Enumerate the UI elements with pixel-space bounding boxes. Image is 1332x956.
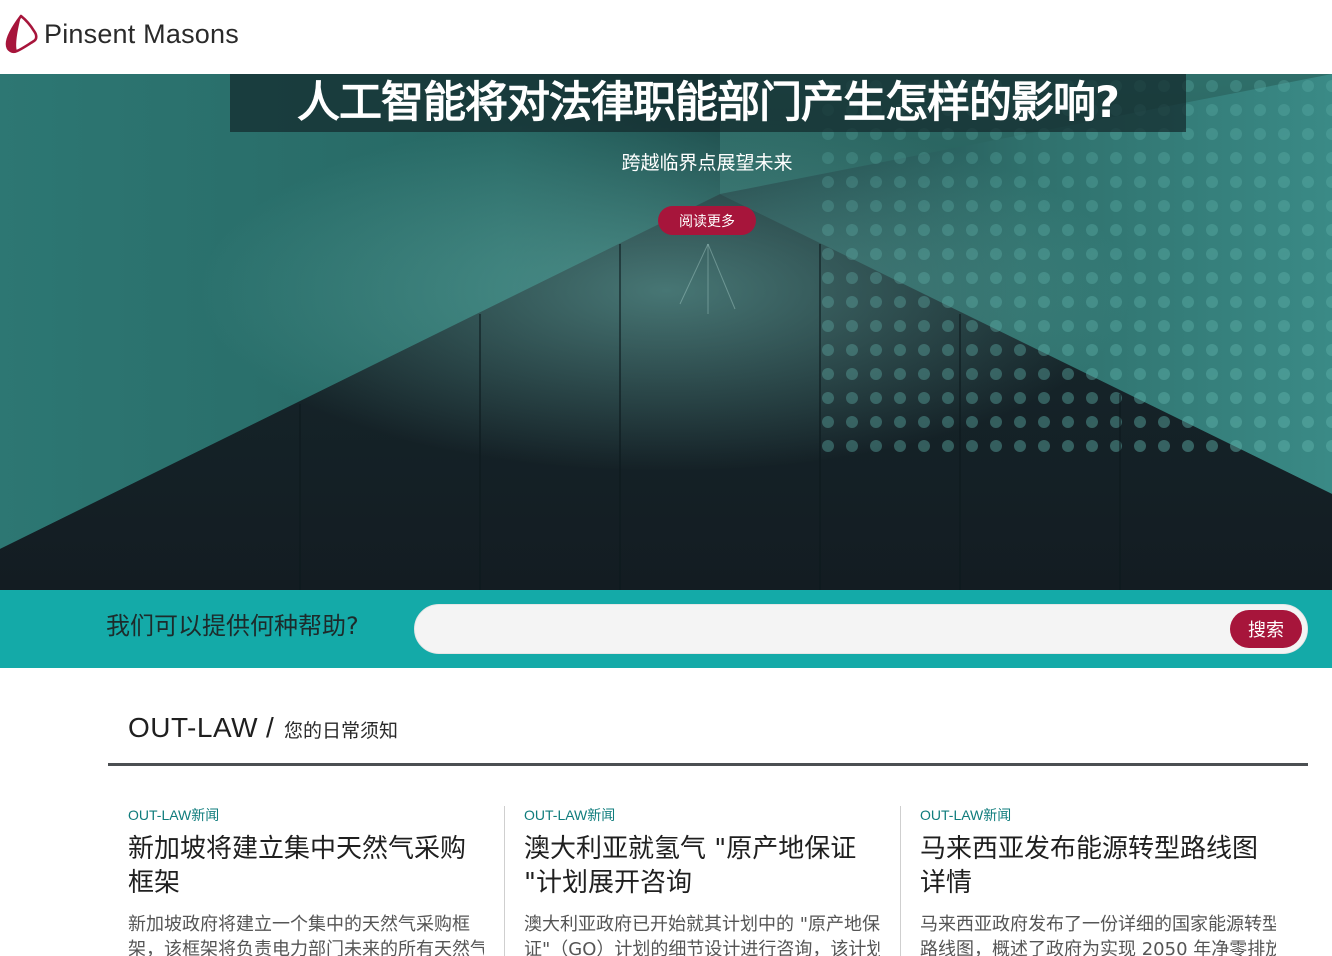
news-card-kicker: OUT-LAW新闻	[128, 807, 220, 823]
search-prompt: 我们可以提供何种帮助?	[106, 612, 359, 640]
hero-title-banner: 人工智能将对法律职能部门产生怎样的影响?	[230, 74, 1186, 132]
news-card-list: OUT-LAW新闻 新加坡将建立集中天然气采购框架 新加坡政府将建立一个集中的天…	[108, 806, 1308, 956]
news-card-excerpt: 马来西亚政府发布了一份详细的国家能源转型路线图，概述了政府为实现 2050 年净…	[920, 914, 1276, 956]
logo-text: Pinsent Masons	[44, 18, 239, 49]
news-card-kicker: OUT-LAW新闻	[524, 807, 616, 823]
outlaw-brand: OUT-LAW	[128, 712, 259, 743]
news-card-title[interactable]: 澳大利亚就氢气 "原产地保证 "计划展开咨询	[524, 832, 874, 900]
news-card[interactable]: OUT-LAW新闻 马来西亚发布能源转型路线图详情 马来西亚政府发布了一份详细的…	[900, 806, 1276, 956]
news-card[interactable]: OUT-LAW新闻 新加坡将建立集中天然气采购框架 新加坡政府将建立一个集中的天…	[108, 806, 484, 956]
search-button[interactable]: 搜索	[1230, 610, 1302, 648]
search-box: 搜索	[414, 604, 1308, 654]
outlaw-section-header: OUT-LAW / 您的日常须知	[108, 712, 1308, 766]
news-card[interactable]: OUT-LAW新闻 澳大利亚就氢气 "原产地保证 "计划展开咨询 澳大利亚政府已…	[504, 806, 880, 956]
outlaw-tagline: 您的日常须知	[284, 720, 399, 742]
hero-title: 人工智能将对法律职能部门产生怎样的影响?	[297, 77, 1120, 128]
news-card-kicker: OUT-LAW新闻	[920, 807, 1012, 823]
news-card-title[interactable]: 新加坡将建立集中天然气采购框架	[128, 832, 478, 900]
search-input[interactable]	[435, 613, 1229, 647]
site-header: Pinsent Masons	[0, 0, 1332, 74]
read-more-button[interactable]: 阅读更多	[658, 206, 756, 235]
search-band: 我们可以提供何种帮助? 搜索	[0, 590, 1332, 668]
news-card-excerpt: 澳大利亚政府已开始就其计划中的 "原产地保证"（GO）计划的细节设计进行咨询，该…	[524, 914, 880, 956]
logo-link[interactable]: Pinsent Masons	[4, 14, 239, 54]
news-card-excerpt: 新加坡政府将建立一个集中的天然气采购框架，该框架将负责电力部门未来的所有天然气	[128, 914, 484, 956]
hero-subtitle: 跨越临界点展望未来	[621, 152, 793, 174]
hero-banner: 人工智能将对法律职能部门产生怎样的影响? 跨越临界点展望未来 阅读更多	[0, 74, 1332, 590]
pinsent-masons-logo-icon	[5, 14, 38, 54]
outlaw-separator: /	[266, 712, 274, 743]
news-card-title[interactable]: 马来西亚发布能源转型路线图详情	[920, 832, 1270, 900]
